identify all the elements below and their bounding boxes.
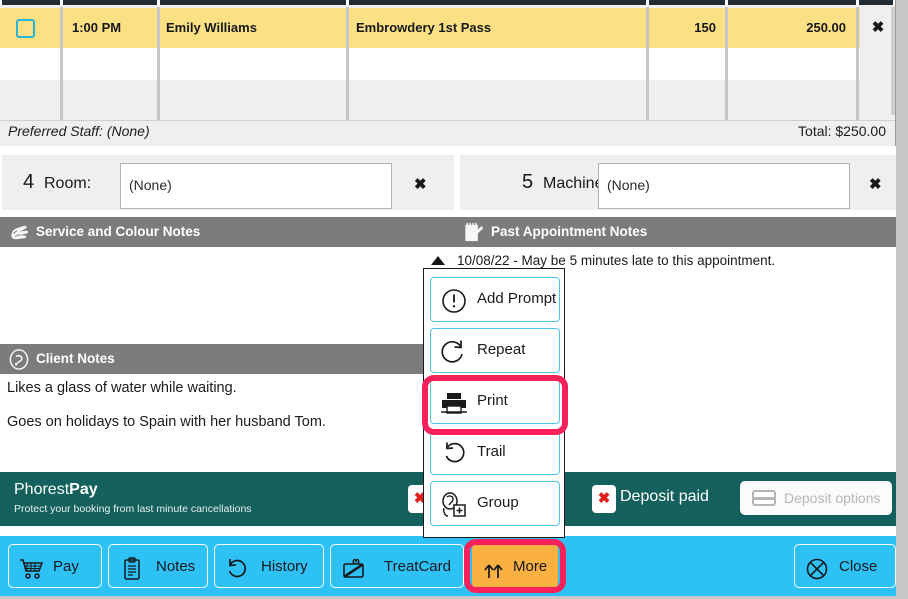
window-right-edge <box>896 0 908 599</box>
preferred-staff-label: Preferred Staff: <box>8 123 103 139</box>
pay-button-label: Pay <box>53 558 79 575</box>
notepad-pencil-icon <box>462 221 486 244</box>
cell-service: Embrowdery 1st Pass <box>356 20 492 35</box>
close-circle-x-icon <box>805 555 831 580</box>
client-note-line: Goes on holidays to Spain with her husba… <box>7 414 326 430</box>
room-input[interactable]: (None) <box>120 163 392 209</box>
shopping-cart-icon <box>19 555 45 579</box>
table-empty-row <box>0 48 860 80</box>
more-button-label: More <box>513 558 548 575</box>
double-up-arrow-icon <box>481 555 507 579</box>
menu-item-trail[interactable]: Trail <box>430 430 560 475</box>
room-step-number: 4 <box>23 171 35 193</box>
close-button-label: Close <box>839 558 878 575</box>
machine-clear-button[interactable]: ✖ <box>869 175 882 193</box>
phorest-pay-tagline: Protect your booking from last minute ca… <box>14 503 252 515</box>
phorest-pay-brand-prefix: Phorest <box>14 481 70 498</box>
deposit-paid-label: Deposit paid <box>620 488 709 505</box>
menu-item-print[interactable]: Print <box>430 379 560 424</box>
pay-button[interactable]: Pay <box>8 544 102 588</box>
cell-duration: 150 <box>694 20 716 35</box>
gift-card-icon <box>341 555 367 579</box>
preferred-staff-value: (None) <box>106 123 150 139</box>
room-machine-bar: 4 Room: (None) ✖ 5 Machine: (None) ✖ <box>0 150 896 214</box>
clipboard-icon <box>119 555 145 580</box>
history-button[interactable]: History <box>214 544 324 588</box>
past-appointment-note-entry: 10/08/22 - May be 5 minutes late to this… <box>457 253 776 268</box>
close-button[interactable]: Close <box>794 544 896 588</box>
menu-item-group[interactable]: Group <box>430 481 560 526</box>
notes-button[interactable]: Notes <box>108 544 208 588</box>
printer-icon <box>439 389 469 417</box>
table-header-strip <box>0 0 895 7</box>
menu-item-repeat-label: Repeat <box>477 341 526 358</box>
deposit-paid-clear-button[interactable]: ✖ <box>592 485 616 513</box>
machine-step-number: 5 <box>522 171 534 193</box>
repeat-arrow-icon <box>439 338 469 366</box>
cell-time: 1:00 PM <box>72 20 122 35</box>
client-notes-body[interactable]: Likes a glass of water while waiting. Go… <box>0 374 455 472</box>
menu-item-group-label: Group <box>477 494 519 511</box>
total-amount: Total: $250.00 <box>798 123 886 139</box>
past-appointment-notes-header: Past Appointment Notes <box>455 217 896 247</box>
phorest-pay-brand: PhorestPay <box>14 481 98 499</box>
menu-item-trail-label: Trail <box>477 443 506 460</box>
more-options-popup: Add Prompt Repeat Print Trail Group <box>423 268 565 538</box>
row-select-checkbox[interactable] <box>16 19 35 38</box>
client-notes-header: Client Notes <box>0 344 455 374</box>
past-appointment-notes-title: Past Appointment Notes <box>491 224 648 239</box>
client-note-line: Likes a glass of water while waiting. <box>7 380 237 396</box>
preferred-staff: Preferred Staff: (None) <box>8 123 150 139</box>
cell-price: 250.00 <box>806 20 846 35</box>
room-label: Room: <box>44 175 92 192</box>
history-button-label: History <box>261 558 308 575</box>
appointment-items-table: 1:00 PM Emily Williams Embrowdery 1st Pa… <box>0 0 896 146</box>
service-colour-notes-header: Service and Colour Notes <box>0 217 455 247</box>
cell-client: Emily Williams <box>166 20 257 35</box>
menu-item-print-label: Print <box>477 392 508 409</box>
machine-input[interactable]: (None) <box>598 163 850 209</box>
exclamation-circle-icon <box>439 287 469 315</box>
client-head-icon <box>7 348 31 371</box>
menu-item-repeat[interactable]: Repeat <box>430 328 560 373</box>
undo-arrow-icon <box>439 440 469 468</box>
phorest-pay-brand-suffix: Pay <box>69 481 98 498</box>
table-footer: Preferred Staff: (None) Total: $250.00 <box>0 120 895 146</box>
notes-button-label: Notes <box>156 558 196 575</box>
machine-panel: 5 Machine: (None) ✖ <box>460 155 896 210</box>
menu-item-add-prompt[interactable]: Add Prompt <box>430 277 560 322</box>
menu-item-add-prompt-label: Add Prompt <box>477 290 557 307</box>
service-colour-notes-body[interactable] <box>0 247 455 344</box>
room-panel: 4 Room: (None) ✖ <box>2 155 454 210</box>
group-add-icon <box>439 491 469 519</box>
collapse-caret-up-icon[interactable] <box>431 256 445 265</box>
appointment-detail-screen: 1:00 PM Emily Williams Embrowdery 1st Pa… <box>0 0 908 599</box>
room-clear-button[interactable]: ✖ <box>414 175 427 193</box>
client-notes-title: Client Notes <box>36 351 115 366</box>
treatcard-button-label: TreatCard <box>384 558 451 575</box>
credit-card-icon <box>752 490 776 506</box>
undo-circle-icon <box>225 555 251 579</box>
service-colour-notes-title: Service and Colour Notes <box>36 224 201 239</box>
more-button[interactable]: More <box>472 544 558 588</box>
table-scrollbar[interactable] <box>891 7 895 115</box>
bottom-toolbar: Pay Notes History TreatCard More Close <box>0 536 896 596</box>
hand-scissors-icon <box>7 221 31 244</box>
treatcard-button[interactable]: TreatCard <box>330 544 464 588</box>
